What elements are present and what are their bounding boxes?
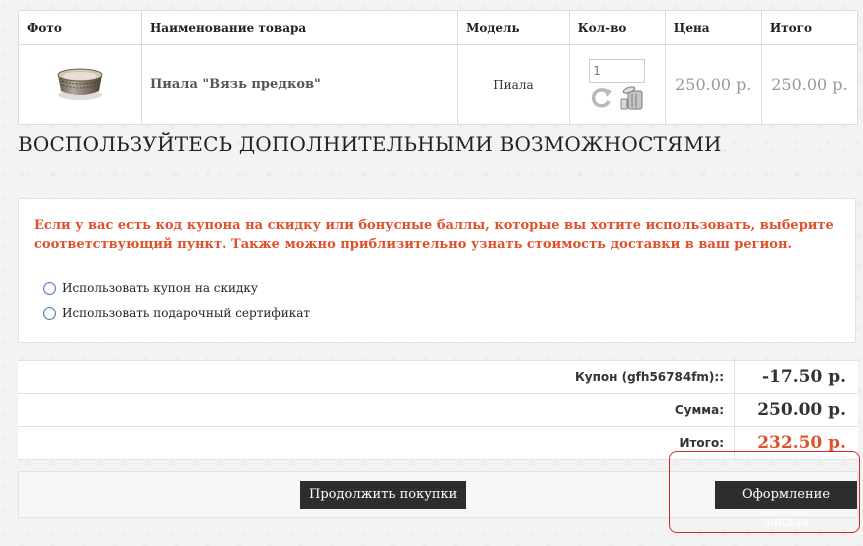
product-model: Пиала	[457, 44, 570, 125]
product-price: 250.00 р.	[664, 44, 762, 125]
section-title: ВОСПОЛЬЗУЙТЕСЬ ДОПОЛНИТЕЛЬНЫМИ ВОЗМОЖНОС…	[18, 132, 722, 156]
totals-row-grand: Итого: 232.50 р.	[18, 426, 858, 460]
quantity-input[interactable]	[589, 58, 646, 83]
trash-icon[interactable]	[619, 85, 647, 111]
product-name[interactable]: Пиала "Вязь предков"	[140, 44, 459, 125]
table-row: Пиала "Вязь предков" Пиала 1 250.00 р. 2…	[18, 44, 859, 125]
grand-total-value: 232.50 р.	[734, 426, 858, 460]
totals-table: Купон (gfh56784fm):: -17.50 р. Сумма: 25…	[18, 360, 858, 460]
col-model: Модель	[457, 10, 570, 45]
coupon-radio[interactable]	[43, 281, 56, 295]
gift-certificate-label: Использовать подарочный сертификат	[62, 306, 311, 320]
cart-table: Фото Наименование товара Модель Кол-во Ц…	[18, 10, 859, 125]
totals-row-subtotal: Сумма: 250.00 р.	[18, 393, 858, 427]
quantity-cell	[568, 44, 666, 125]
col-name: Наименование товара	[140, 10, 459, 45]
subtotal-label: Сумма:	[18, 393, 735, 427]
checkout-button[interactable]: Оформление заказа	[715, 481, 857, 530]
option-gift-certificate[interactable]: Использовать подарочный сертификат	[43, 306, 310, 320]
col-qty: Кол-во	[568, 10, 666, 45]
refresh-icon[interactable]	[587, 85, 615, 111]
cart-actions-bar: Продолжить покупки Оформление заказа	[18, 471, 858, 530]
discount-options-panel: Если у вас есть код купона на скидку или…	[18, 198, 856, 343]
col-price: Цена	[664, 10, 762, 45]
product-photo-cell	[18, 44, 142, 125]
coupon-total-label: Купон (gfh56784fm)::	[18, 360, 735, 394]
discount-notice: Если у вас есть код купона на скидку или…	[34, 218, 834, 252]
continue-shopping-button[interactable]: Продолжить покупки	[300, 481, 467, 509]
coupon-label: Использовать купон на скидку	[62, 281, 258, 295]
cart-header-row: Фото Наименование товара Модель Кол-во Ц…	[18, 10, 859, 45]
option-coupon[interactable]: Использовать купон на скидку	[43, 281, 258, 295]
coupon-total-value: -17.50 р.	[734, 360, 858, 394]
totals-row-coupon: Купон (gfh56784fm):: -17.50 р.	[18, 360, 858, 394]
product-image[interactable]	[53, 63, 107, 103]
col-total: Итого	[760, 10, 859, 45]
gift-certificate-radio[interactable]	[43, 306, 56, 320]
grand-total-label: Итого:	[18, 426, 735, 460]
product-total: 250.00 р.	[760, 44, 859, 125]
subtotal-value: 250.00 р.	[734, 393, 858, 427]
col-photo: Фото	[18, 10, 142, 45]
